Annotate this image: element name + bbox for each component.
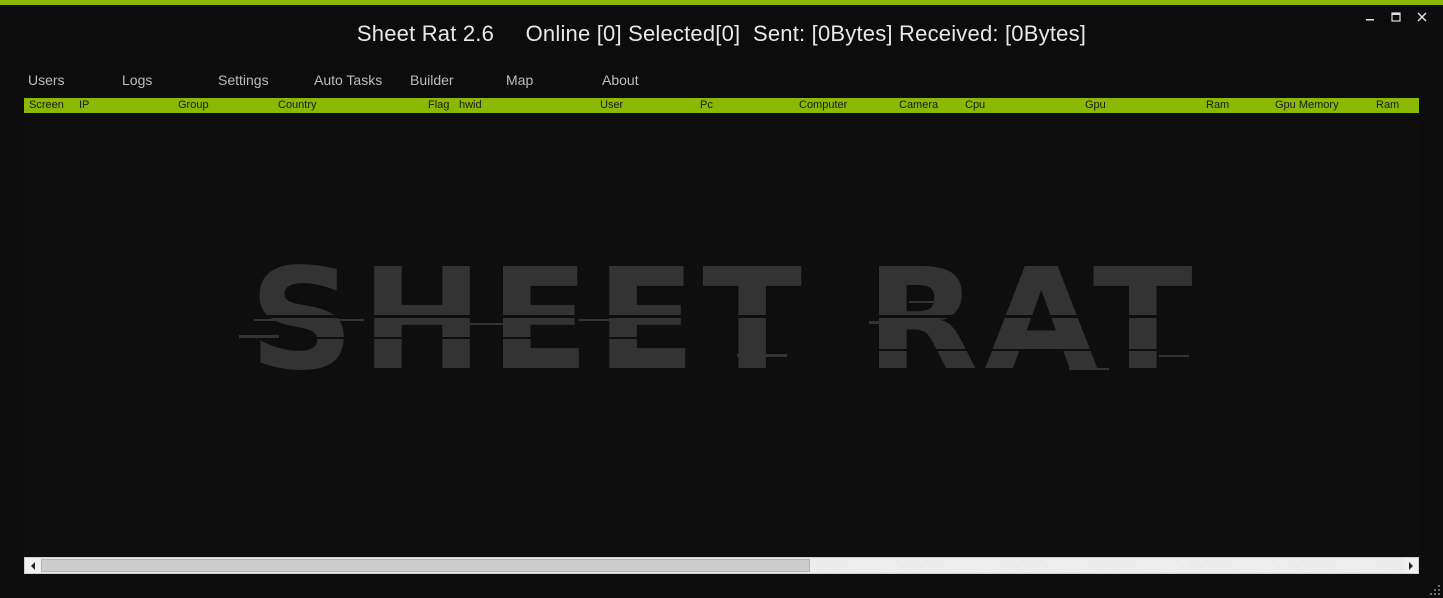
tab-label: Logs — [122, 72, 153, 88]
scrollbar-track[interactable] — [811, 559, 1402, 572]
column-header-computer[interactable]: Computer — [799, 99, 847, 111]
tab-label: Settings — [218, 72, 269, 88]
window-controls — [1359, 8, 1433, 26]
column-header-group[interactable]: Group — [178, 99, 209, 111]
tab-label: Users — [28, 72, 65, 88]
column-header-screen[interactable]: Screen — [29, 99, 64, 111]
scroll-left-button[interactable] — [25, 558, 40, 573]
scrollbar-thumb[interactable] — [41, 559, 810, 572]
tab-users[interactable]: Users — [24, 64, 118, 101]
close-button[interactable] — [1411, 8, 1433, 26]
column-header-cpu[interactable]: Cpu — [965, 99, 985, 111]
watermark-text: SHEET RAT — [249, 253, 1199, 393]
column-header-hwid[interactable]: hwid — [459, 99, 482, 111]
maximize-button[interactable] — [1385, 8, 1407, 26]
grid-header: Screen IP Group Country Flag hwid User P… — [24, 98, 1419, 113]
column-header-camera[interactable]: Camera — [899, 99, 938, 111]
column-header-pc[interactable]: Pc — [700, 99, 713, 111]
column-header-country[interactable]: Country — [278, 99, 317, 111]
tab-label: About — [602, 72, 639, 88]
tab-label: Builder — [410, 72, 454, 88]
close-icon — [1417, 12, 1427, 22]
tab-bar: Users Logs Settings Auto Tasks Builder M… — [24, 64, 1419, 101]
tab-logs[interactable]: Logs — [118, 64, 214, 98]
horizontal-scrollbar[interactable] — [24, 557, 1419, 574]
title-bar: Sheet Rat 2.6 Online [0] Selected[0] Sen… — [0, 5, 1443, 63]
column-header-gpu-memory[interactable]: Gpu Memory — [1275, 99, 1339, 111]
column-header-flag[interactable]: Flag — [428, 99, 449, 111]
maximize-icon — [1391, 12, 1401, 22]
minimize-button[interactable] — [1359, 8, 1381, 26]
resize-grip-icon[interactable] — [1429, 584, 1441, 596]
column-header-ram[interactable]: Ram — [1206, 99, 1229, 111]
column-header-user[interactable]: User — [600, 99, 623, 111]
tab-map[interactable]: Map — [502, 64, 598, 98]
column-header-ram-2[interactable]: Ram — [1376, 99, 1399, 111]
column-header-gpu[interactable]: Gpu — [1085, 99, 1106, 111]
tab-auto-tasks[interactable]: Auto Tasks — [310, 64, 406, 98]
tab-about[interactable]: About — [598, 64, 692, 98]
arrow-left-icon — [30, 561, 35, 570]
tab-builder[interactable]: Builder — [406, 64, 502, 98]
column-header-ip[interactable]: IP — [79, 99, 89, 111]
arrow-right-icon — [1408, 561, 1413, 570]
scroll-right-button[interactable] — [1403, 558, 1418, 573]
minimize-icon — [1366, 19, 1374, 21]
sheet-rat-logo: SHEET RAT — [219, 253, 1229, 393]
window-title: Sheet Rat 2.6 Online [0] Selected[0] Sen… — [356, 21, 1087, 46]
tab-settings[interactable]: Settings — [214, 64, 310, 98]
tab-label: Auto Tasks — [314, 72, 383, 88]
tab-label: Map — [506, 72, 534, 88]
users-grid[interactable]: SHEET RAT — [24, 113, 1419, 557]
